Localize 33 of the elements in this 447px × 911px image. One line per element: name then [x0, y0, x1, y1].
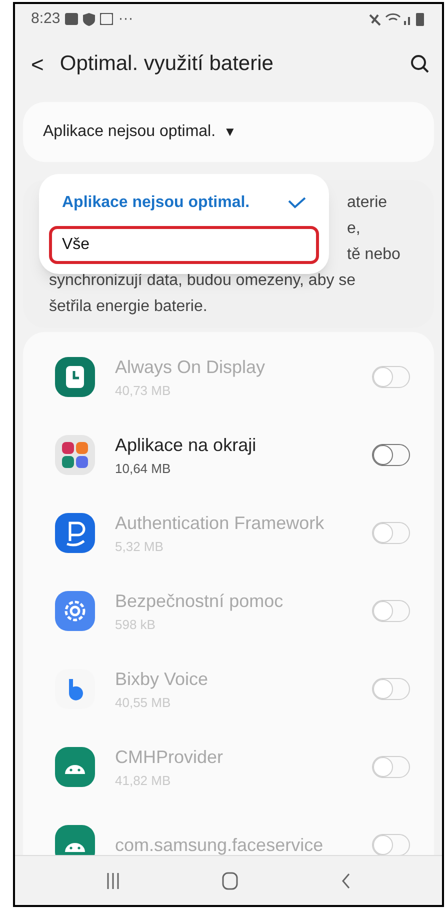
shield-icon — [83, 12, 96, 26]
menu-item[interactable]: Aplikace nejsou optimal. — [49, 184, 319, 222]
letter-p-icon — [55, 513, 95, 553]
toggle-switch[interactable] — [372, 444, 410, 466]
app-name: com.samsung.faceservice — [115, 834, 324, 855]
app-name: Authentication Framework — [115, 512, 326, 535]
description-text: šetřila energie baterie. — [49, 297, 208, 317]
description-text: aterie — [347, 193, 388, 213]
filter-dropdown[interactable]: Aplikace nejsou optimal. ▼ — [23, 102, 434, 162]
clock-time: 8:23 — [31, 8, 60, 29]
app-name: Bixby Voice — [115, 668, 210, 691]
recent-apps-icon[interactable] — [106, 872, 120, 888]
check-icon — [288, 197, 306, 209]
app-name: Aplikace na okraji — [115, 434, 258, 457]
app-size: 10,64 MB — [115, 460, 172, 478]
app-folder-icon — [55, 435, 95, 475]
more-notifications: ··· — [118, 8, 134, 29]
search-icon[interactable] — [410, 54, 430, 74]
clock-icon — [55, 357, 95, 397]
android-icon — [55, 747, 95, 787]
back-button[interactable]: < — [27, 48, 48, 80]
app-name: CMHProvider — [115, 746, 224, 769]
app-name: Always On Display — [115, 356, 266, 379]
screen-title: Optimal. využití baterie — [60, 51, 274, 78]
description-text: e, — [347, 219, 362, 239]
status-icons — [368, 11, 426, 27]
description-text: tě nebo — [347, 245, 402, 265]
back-icon[interactable] — [340, 872, 351, 888]
gear-icon — [55, 591, 95, 631]
menu-item[interactable]: Vše — [49, 226, 319, 264]
app-name: Bezpečnostní pomoc — [115, 590, 284, 613]
home-icon[interactable] — [222, 872, 238, 890]
description-text: synchronizují data, budou omezeny, aby se — [49, 271, 357, 291]
